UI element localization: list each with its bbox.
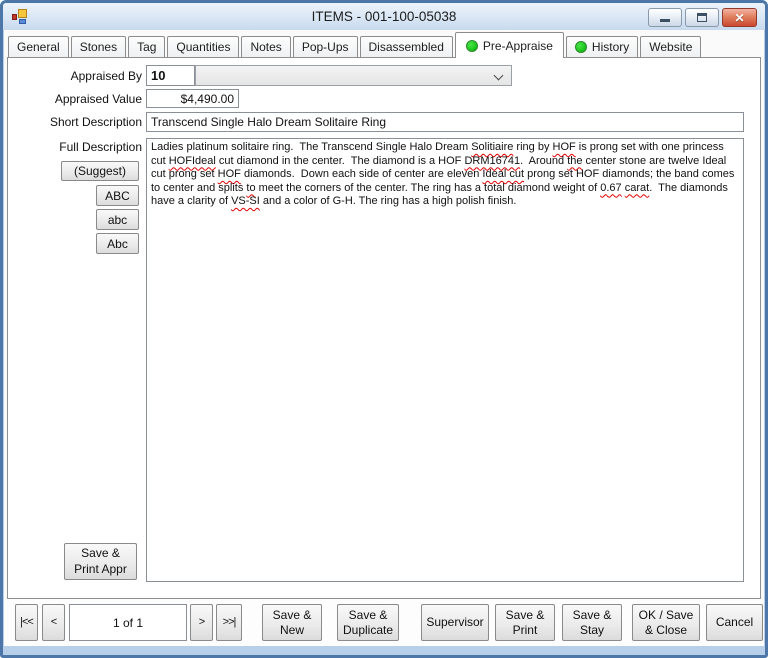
last-record-button[interactable]: >>|: [216, 604, 242, 641]
tab-quantities[interactable]: Quantities: [167, 36, 239, 57]
items-window: ITEMS - 001-100-05038 ✕ General Stones T…: [0, 0, 768, 658]
full-description-box[interactable]: Ladies platinum solitaire ring. The Tran…: [146, 138, 744, 582]
tab-notes[interactable]: Notes: [241, 36, 290, 57]
minimize-icon: [660, 19, 670, 22]
supervisor-button[interactable]: Supervisor: [421, 604, 489, 641]
appraised-by-input[interactable]: [146, 65, 195, 86]
save-print-appr-button[interactable]: Save & Print Appr: [64, 543, 137, 580]
tab-general[interactable]: General: [8, 36, 69, 57]
next-record-button[interactable]: >: [190, 604, 213, 641]
form-body: General Stones Tag Quantities Notes Pop-…: [4, 30, 764, 646]
tab-disassembled[interactable]: Disassembled: [360, 36, 453, 57]
lowercase-button[interactable]: abc: [96, 209, 139, 230]
chevron-down-icon: [494, 71, 504, 81]
green-status-icon: [575, 41, 587, 53]
titlecase-button[interactable]: Abc: [96, 233, 139, 254]
tab-stones[interactable]: Stones: [71, 36, 126, 57]
tab-history[interactable]: History: [566, 36, 638, 57]
full-description-label: Full Description: [8, 140, 142, 154]
save-and-new-button[interactable]: Save & New: [262, 604, 322, 641]
appraised-by-label: Appraised By: [8, 69, 142, 83]
previous-record-button[interactable]: <: [42, 604, 65, 641]
short-description-input[interactable]: [146, 112, 744, 132]
tab-pre-appraise[interactable]: Pre-Appraise: [455, 32, 564, 58]
first-record-button[interactable]: |<<: [15, 604, 38, 641]
close-icon: ✕: [734, 12, 744, 24]
appraised-value-input[interactable]: [146, 89, 239, 108]
suggest-button[interactable]: (Suggest): [61, 161, 139, 181]
tab-website[interactable]: Website: [640, 36, 701, 57]
cancel-button[interactable]: Cancel: [706, 604, 763, 641]
minimize-button[interactable]: [648, 8, 682, 27]
save-and-duplicate-button[interactable]: Save & Duplicate: [337, 604, 399, 641]
tab-strip: General Stones Tag Quantities Notes Pop-…: [4, 30, 764, 57]
tab-tag[interactable]: Tag: [128, 36, 165, 57]
maximize-button[interactable]: [685, 8, 719, 27]
uppercase-button[interactable]: ABC: [96, 185, 139, 206]
window-controls: ✕: [648, 8, 757, 27]
save-and-stay-button[interactable]: Save & Stay: [562, 604, 622, 641]
short-description-label: Short Description: [8, 115, 142, 129]
appraised-by-dropdown[interactable]: [195, 65, 512, 86]
record-position-box[interactable]: [69, 604, 187, 641]
green-status-icon: [466, 40, 478, 52]
tab-pop-ups[interactable]: Pop-Ups: [293, 36, 358, 57]
tab-page-pre-appraise: Appraised By Appraised Value Short Descr…: [7, 57, 761, 599]
save-and-print-button[interactable]: Save & Print: [495, 604, 555, 641]
close-button[interactable]: ✕: [722, 8, 757, 27]
maximize-icon: [697, 13, 707, 22]
ok-save-and-close-button[interactable]: OK / Save & Close: [632, 604, 700, 641]
bottom-action-bar: |<< < > >>| Save & New Save & Duplicate …: [4, 599, 764, 646]
title-bar[interactable]: ITEMS - 001-100-05038 ✕: [3, 3, 765, 30]
appraised-value-label: Appraised Value: [8, 92, 142, 106]
